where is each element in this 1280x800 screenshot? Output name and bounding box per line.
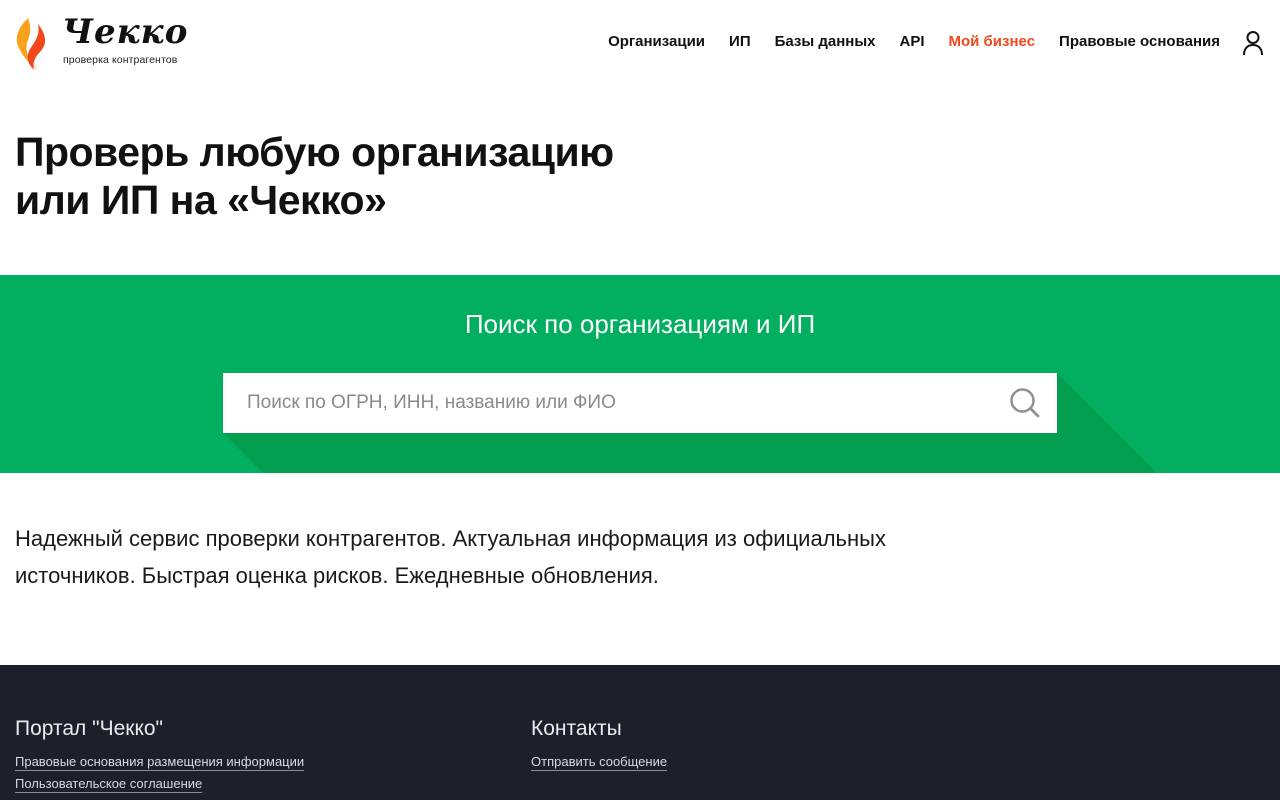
search-input[interactable] [223,373,983,433]
footer-contacts-column: Контакты Отправить сообщение [531,717,668,775]
site-header: Чекко проверка контрагентов Организации … [0,0,1280,88]
service-description-line-1: Надежный сервис проверки контрагентов. А… [15,526,886,551]
nav-item-organizations[interactable]: Организации [608,33,705,50]
footer-contacts-title: Контакты [531,717,622,740]
footer-portal-title: Портал "Чекко" [15,717,164,740]
search-section: Поиск по организациям и ИП [0,275,1280,473]
footer-portal-column: Портал "Чекко" Правовые основания размещ… [15,717,305,797]
footer-link-legal-grounds[interactable]: Правовые основания размещения информации [15,753,305,771]
main-nav: Организации ИП Базы данных API Мой бизне… [584,33,1220,50]
site-footer: Портал "Чекко" Правовые основания размещ… [0,665,1280,800]
page-title-line-2: или ИП на «Чекко» [15,177,387,223]
search-icon[interactable] [1009,387,1041,419]
page-title-line-1: Проверь любую организацию [15,129,614,175]
nav-item-my-business[interactable]: Мой бизнес [949,33,1036,50]
site-logo[interactable]: Чекко проверка контрагентов [14,12,194,72]
logo-wordmark: Чекко [62,12,189,52]
nav-item-legal-grounds[interactable]: Правовые основания [1059,33,1220,50]
flame-logo-icon [16,18,46,70]
search-title: Поиск по организациям и ИП [464,309,816,339]
logo-tagline: проверка контрагентов [63,54,178,66]
nav-item-databases[interactable]: Базы данных [775,33,876,50]
user-icon[interactable] [1242,30,1264,56]
footer-link-user-agreement[interactable]: Пользовательское соглашение [15,775,203,793]
service-description-line-2: источников. Быстрая оценка рисков. Ежедн… [15,563,659,588]
nav-item-api[interactable]: API [899,33,924,50]
page-title: Проверь любую организацию или ИП на «Чек… [15,128,614,224]
search-box [223,373,1057,433]
footer-link-send-message[interactable]: Отправить сообщение [531,753,668,771]
nav-item-ip[interactable]: ИП [729,33,751,50]
service-description: Надежный сервис проверки контрагентов. А… [15,520,955,594]
